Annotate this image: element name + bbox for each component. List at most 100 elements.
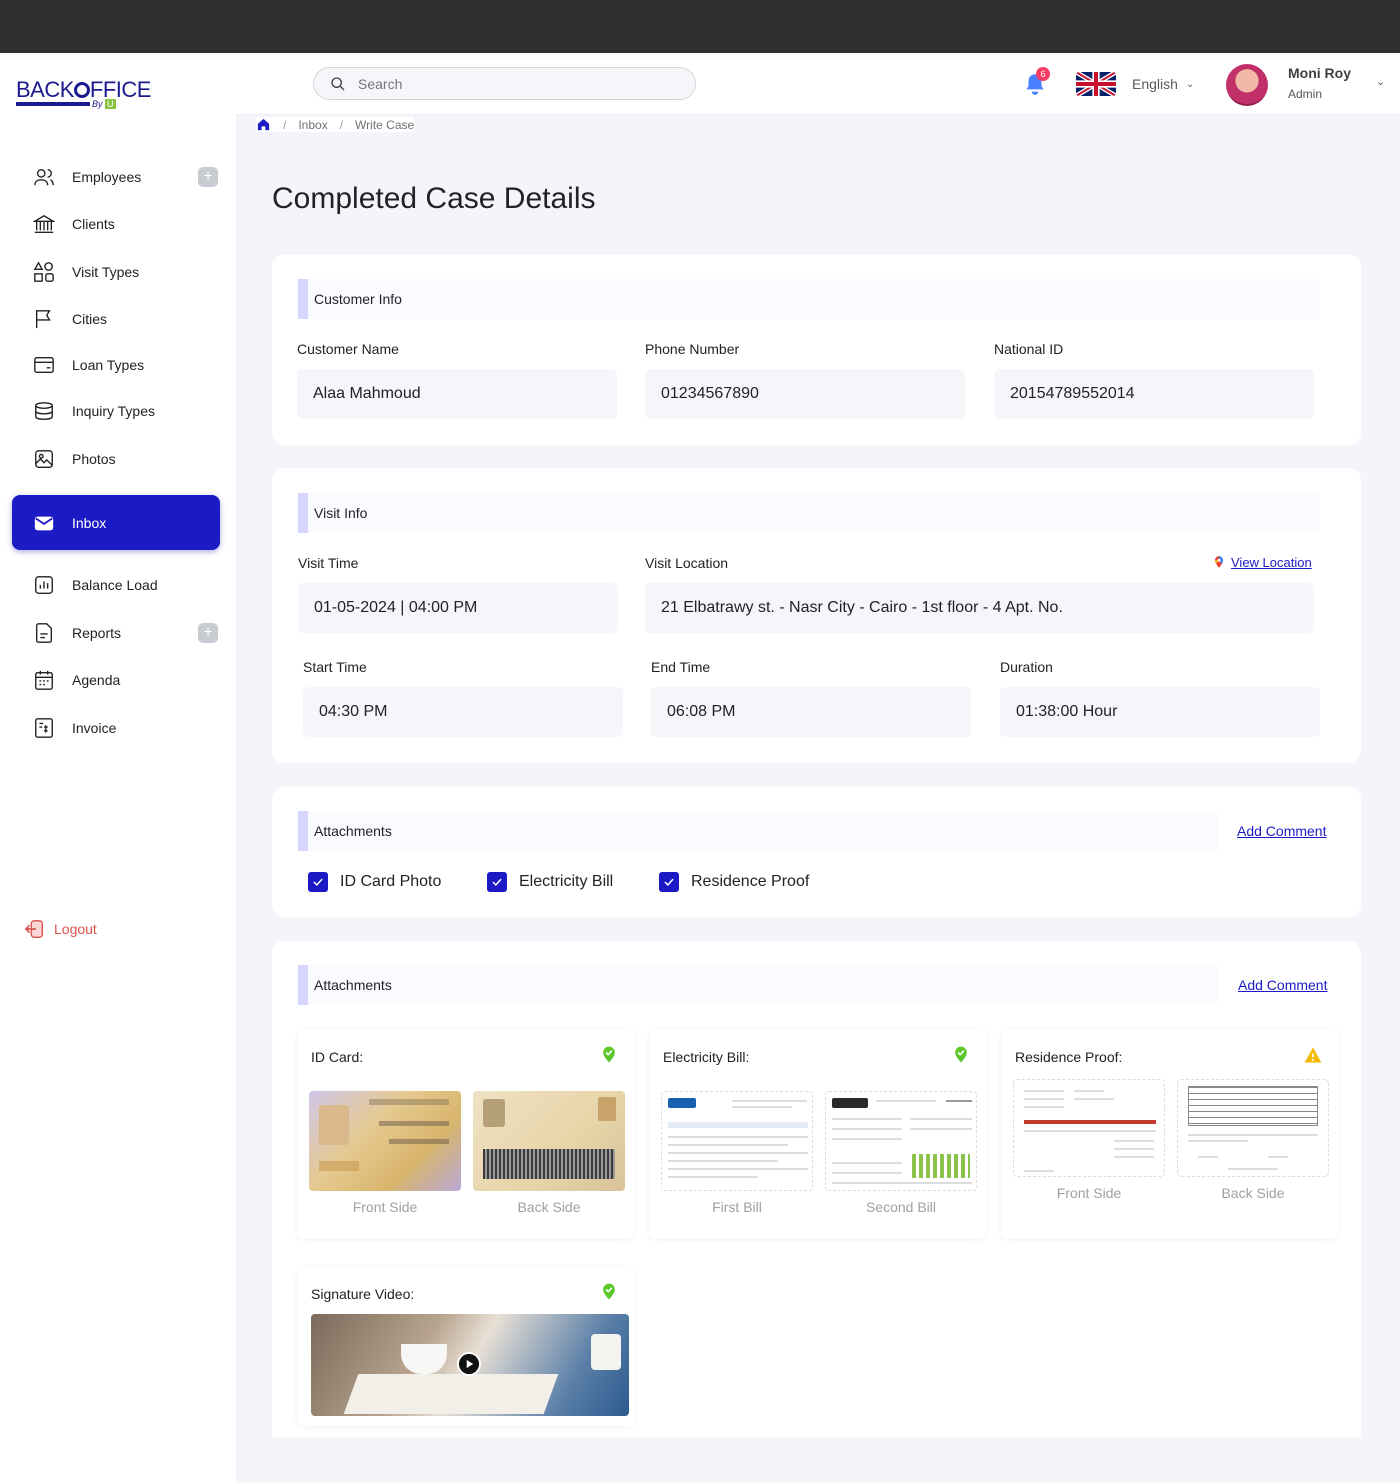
first-bill-image[interactable]: [661, 1091, 813, 1191]
attachments-checklist-card: Attachments Add Comment ID Card Photo El…: [272, 787, 1361, 917]
sidebar-item-agenda[interactable]: Agenda: [12, 660, 220, 700]
window-top-bar: [0, 0, 1400, 53]
second-bill-caption: Second Bill: [865, 1199, 937, 1215]
notifications-button[interactable]: 6: [1022, 67, 1050, 97]
sidebar-item-cities[interactable]: Cities: [12, 299, 220, 339]
end-time-label: End Time: [651, 659, 711, 675]
flag-icon: [32, 307, 56, 331]
sidebar-item-inquiry-types[interactable]: Inquiry Types: [12, 391, 220, 431]
breadcrumb-inbox[interactable]: Inbox: [298, 118, 327, 132]
home-icon[interactable]: [256, 117, 271, 132]
visit-info-header: Visit Info: [298, 493, 1320, 533]
sidebar-item-label: Visit Types: [72, 264, 140, 280]
customer-info-header: Customer Info: [298, 279, 1320, 319]
visit-location-label: Visit Location: [645, 555, 729, 571]
checkmark-icon: [308, 872, 328, 892]
add-comment-link[interactable]: Add Comment: [1238, 977, 1327, 993]
map-pin-icon: [1214, 556, 1224, 568]
phone-number-field: 01234567890: [645, 369, 965, 419]
sidebar-item-label: Photos: [72, 451, 116, 467]
add-comment-link[interactable]: Add Comment: [1237, 823, 1326, 839]
sidebar-item-label: Inquiry Types: [72, 403, 156, 419]
sidebar-item-visit-types[interactable]: Visit Types: [12, 252, 220, 292]
residence-proof-checkbox[interactable]: Residence Proof: [659, 872, 809, 892]
id-card-front-image[interactable]: [309, 1091, 461, 1191]
residence-back-image[interactable]: [1177, 1079, 1329, 1177]
view-location-label: View Location: [1231, 554, 1312, 570]
customer-info-card: Customer Info Customer Name Alaa Mahmoud…: [272, 255, 1361, 445]
user-name: Moni Roy: [1288, 65, 1351, 81]
report-icon: [32, 621, 56, 645]
chevron-down-icon: ⌄: [1185, 78, 1195, 90]
checkmark-icon: [659, 872, 679, 892]
warning-icon: [1304, 1047, 1322, 1063]
brand-logo[interactable]: BACK FFICE By U: [16, 77, 151, 109]
checkbox-label: ID Card Photo: [340, 873, 442, 890]
attachments-header: Attachments: [298, 811, 1218, 851]
residence-front-image[interactable]: [1013, 1079, 1165, 1177]
sidebar-item-label: Invoice: [72, 720, 117, 736]
logo-text-1: BACK: [16, 77, 74, 102]
attachments-files-card: Attachments Add Comment ID Card: Front S…: [272, 941, 1361, 1437]
search-icon: [331, 76, 345, 90]
search-bar[interactable]: [313, 67, 696, 100]
signature-video-thumbnail[interactable]: [311, 1314, 629, 1416]
breadcrumb: / Inbox / Write Case: [256, 117, 415, 132]
id-card-photo-checkbox[interactable]: ID Card Photo: [308, 872, 441, 892]
attachments-files-header: Attachments: [298, 965, 1218, 1005]
breadcrumb-write-case: Write Case: [355, 117, 415, 132]
checkbox-label: Residence Proof: [691, 873, 810, 890]
checkbox-label: Electricity Bill: [519, 873, 614, 890]
checkmark-icon: [487, 872, 507, 892]
search-input[interactable]: [358, 75, 658, 92]
duration-field: 01:38:00 Hour: [1000, 687, 1320, 737]
logo-by: By U: [92, 99, 116, 109]
coins-icon: [32, 399, 56, 423]
sidebar-item-clients[interactable]: Clients: [12, 204, 220, 244]
play-icon[interactable]: [457, 1352, 481, 1376]
notification-badge: 6: [1036, 67, 1050, 81]
breadcrumb-separator: /: [339, 117, 344, 132]
start-time-field: 04:30 PM: [303, 687, 623, 737]
approved-icon: [603, 1283, 615, 1300]
image-icon: [32, 447, 56, 471]
logo-o-icon: [73, 82, 90, 98]
second-bill-image[interactable]: [825, 1091, 977, 1191]
end-time-field: 06:08 PM: [651, 687, 971, 737]
language-label: English: [1132, 76, 1178, 92]
language-selector[interactable]: English ⌄: [1132, 76, 1194, 92]
mail-icon: [32, 511, 56, 535]
sidebar-item-photos[interactable]: Photos: [12, 439, 220, 479]
uk-flag-icon[interactable]: [1076, 72, 1116, 96]
id-card-back-image[interactable]: [473, 1091, 625, 1191]
page-title: Completed Case Details: [272, 182, 596, 215]
user-menu-chevron-icon[interactable]: ⌄: [1376, 75, 1385, 88]
shapes-icon: [32, 260, 56, 284]
breadcrumb-separator: /: [283, 117, 287, 132]
invoice-icon: [32, 716, 56, 740]
residence-proof-title: Residence Proof:: [1015, 1049, 1123, 1065]
sidebar-item-invoice[interactable]: Invoice: [12, 708, 220, 748]
logout-button[interactable]: Logout: [24, 918, 97, 940]
phone-number-label: Phone Number: [645, 341, 740, 357]
sidebar-item-employees[interactable]: Employees +: [12, 157, 220, 197]
sidebar-item-label: Loan Types: [72, 357, 145, 373]
view-location-link[interactable]: View Location: [1212, 554, 1312, 570]
sidebar-item-balance-load[interactable]: Balance Load: [12, 565, 220, 605]
add-employee-button[interactable]: +: [198, 167, 218, 187]
visit-info-card: Visit Info Visit Time 01-05-2024 | 04:00…: [272, 468, 1361, 763]
signature-video-title: Signature Video:: [311, 1286, 415, 1302]
logout-label: Logout: [54, 921, 97, 937]
id-card-front-caption: Front Side: [352, 1199, 418, 1215]
signature-video-attachment: Signature Video:: [297, 1266, 635, 1426]
id-card-attachment: ID Card: Front Side Back Side: [297, 1029, 635, 1239]
visit-time-field: 01-05-2024 | 04:00 PM: [298, 583, 618, 633]
sidebar-item-label: Clients: [72, 216, 115, 232]
add-report-button[interactable]: +: [198, 623, 218, 643]
sidebar-item-loan-types[interactable]: Loan Types: [12, 345, 220, 385]
electricity-bill-checkbox[interactable]: Electricity Bill: [487, 872, 613, 892]
sidebar-item-inbox[interactable]: Inbox: [12, 495, 220, 550]
sidebar-item-reports[interactable]: Reports +: [12, 613, 220, 653]
avatar[interactable]: [1226, 64, 1268, 106]
customer-name-label: Customer Name: [297, 341, 399, 357]
